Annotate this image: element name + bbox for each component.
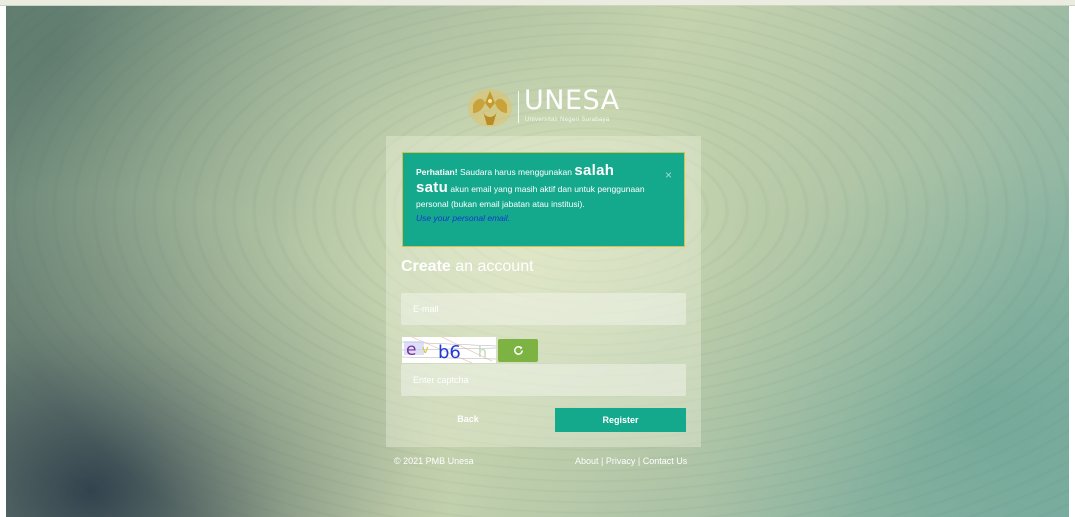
- alert-prefix: Perhatian!: [416, 167, 458, 177]
- footer-copyright: © 2021 PMB Unesa: [394, 456, 474, 466]
- svg-text:v: v: [422, 343, 429, 356]
- svg-text:b6: b6: [438, 342, 461, 363]
- footer-links: About | Privacy | Contact Us: [575, 456, 688, 466]
- brand-subtitle: Universitas Negeri Surabaya: [525, 117, 610, 123]
- svg-text:h: h: [478, 345, 487, 361]
- back-button[interactable]: Back: [440, 411, 496, 427]
- alert-close-icon[interactable]: ×: [665, 169, 672, 181]
- form-title-rest: an account: [450, 258, 534, 275]
- unesa-logo: UNESA Universitas Negeri Surabaya: [465, 85, 630, 131]
- alert-text-1: Saudara harus menggunakan: [457, 167, 575, 177]
- captcha-image: e v b6 h: [402, 337, 496, 363]
- footer-link-about[interactable]: About: [575, 456, 599, 466]
- footer-link-privacy[interactable]: Privacy: [606, 456, 636, 466]
- alert-hint: Use your personal email.: [416, 213, 511, 223]
- form-title-bold: Create: [401, 258, 451, 275]
- captcha-refresh-button[interactable]: [498, 339, 538, 362]
- refresh-icon: [513, 346, 523, 355]
- form-title: Create an account: [401, 258, 534, 276]
- email-field[interactable]: [401, 293, 686, 325]
- captcha-field[interactable]: [401, 364, 686, 396]
- alert-emphasis-1: salah: [574, 162, 615, 179]
- unesa-emblem-icon: [468, 89, 512, 127]
- alert-text-2: akun email yang masih aktif dan untuk pe…: [416, 184, 645, 209]
- brand-name: UNESA: [524, 85, 620, 116]
- register-button[interactable]: Register: [555, 408, 686, 432]
- footer-link-contact[interactable]: Contact Us: [643, 456, 688, 466]
- svg-text:e: e: [406, 340, 416, 360]
- notice-alert: × Perhatian! Saudara harus menggunakan s…: [402, 152, 685, 247]
- alert-emphasis-2: satu: [416, 179, 449, 196]
